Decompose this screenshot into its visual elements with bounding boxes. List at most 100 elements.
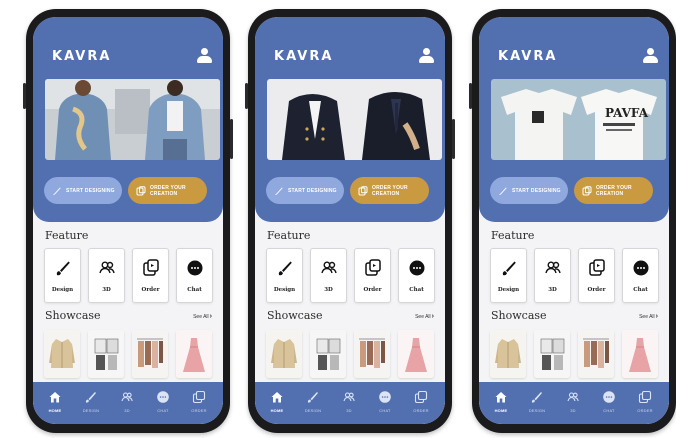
nav-chat[interactable]: CHAT: [149, 390, 177, 413]
showcase-item-trench-coat[interactable]: [44, 330, 80, 378]
nav-chat[interactable]: CHAT: [595, 390, 623, 413]
nav-order[interactable]: ORDER: [407, 390, 435, 413]
chat-icon: [378, 390, 392, 404]
nav-home[interactable]: HOME: [487, 390, 515, 413]
hero-banner-image[interactable]: PAVFA: [491, 79, 666, 160]
bottom-navigation: HOME DESIGN 3D CHAT ORDER: [479, 382, 669, 424]
feature-label: Chat: [633, 287, 648, 293]
nav-home[interactable]: HOME: [41, 390, 69, 413]
see-all-label: See All: [415, 314, 431, 320]
feature-order-card[interactable]: Order: [132, 248, 169, 303]
showcase-item-trench-coat[interactable]: [490, 330, 526, 378]
feature-order-card[interactable]: Order: [354, 248, 391, 303]
nav-label: CHAT: [157, 408, 169, 413]
feature-design-card[interactable]: Design: [490, 248, 527, 303]
see-all-link[interactable]: See All›: [193, 313, 212, 320]
nav-label: 3D: [124, 408, 130, 413]
showcase-item-outfit-set[interactable]: [534, 330, 570, 378]
feature-chat-card[interactable]: Chat: [398, 248, 435, 303]
brush-icon: [306, 390, 320, 404]
feature-section-title: Feature: [491, 229, 535, 242]
order-icon: [136, 185, 146, 196]
see-all-link[interactable]: See All›: [639, 313, 658, 320]
feature-chat-card[interactable]: Chat: [622, 248, 659, 303]
showcase-item-pink-dress[interactable]: [398, 330, 434, 378]
home-icon: [48, 390, 62, 404]
nav-design[interactable]: DESIGN: [299, 390, 327, 413]
order-icon: [141, 258, 161, 278]
users-icon: [342, 390, 356, 404]
nav-label: 3D: [570, 408, 576, 413]
profile-icon[interactable]: [642, 48, 658, 64]
showcase-item-clothing-rack[interactable]: [132, 330, 168, 378]
order-icon: [582, 185, 592, 196]
showcase-item-pink-dress[interactable]: [622, 330, 658, 378]
feature-design-card[interactable]: Design: [44, 248, 81, 303]
feature-label: Design: [273, 287, 296, 293]
profile-icon[interactable]: [196, 48, 212, 64]
showcase-item-outfit-set[interactable]: [88, 330, 124, 378]
bottom-navigation: HOME DESIGN 3D CHAT ORDER: [33, 382, 223, 424]
nav-chat[interactable]: CHAT: [371, 390, 399, 413]
feature-order-card[interactable]: Order: [578, 248, 615, 303]
chat-icon: [156, 390, 170, 404]
hero-header: KAVRA PAVFA START DESIGNING ORDER YOUR C…: [479, 17, 669, 222]
nav-label: DESIGN: [82, 408, 100, 413]
chat-icon: [631, 258, 651, 278]
hero-header: KAVRA START DESIGNING ORDER YOUR CREATIO: [33, 17, 223, 222]
hero-banner-image[interactable]: [45, 79, 220, 160]
feature-label: Design: [497, 287, 520, 293]
chevron-right-icon: ›: [209, 313, 212, 320]
hero-banner-image[interactable]: [267, 79, 442, 160]
showcase-section-title: Showcase: [267, 309, 323, 322]
users-icon: [319, 258, 339, 278]
order-icon: [638, 390, 652, 404]
phone-mockup-1: KAVRA START DESIGNING ORDER YOUR CREATIO: [23, 9, 233, 433]
brush-icon: [274, 186, 284, 196]
order-creation-button[interactable]: ORDER YOUR CREATION: [350, 177, 429, 204]
nav-label: ORDER: [637, 408, 653, 413]
feature-label: Chat: [187, 287, 202, 293]
order-icon: [587, 258, 607, 278]
app-screen: KAVRA PAVFA START DESIGNING ORDER YOUR C…: [479, 17, 669, 424]
brush-icon: [52, 186, 62, 196]
see-all-label: See All: [639, 314, 655, 320]
nav-label: DESIGN: [304, 408, 322, 413]
nav-design[interactable]: DESIGN: [77, 390, 105, 413]
nav-label: ORDER: [413, 408, 429, 413]
start-designing-button[interactable]: START DESIGNING: [266, 177, 344, 204]
showcase-item-outfit-set[interactable]: [310, 330, 346, 378]
feature-design-card[interactable]: Design: [266, 248, 303, 303]
nav-3d[interactable]: 3D: [559, 390, 587, 413]
order-icon: [363, 258, 383, 278]
showcase-section-title: Showcase: [491, 309, 547, 322]
feature-3d-card[interactable]: 3D: [88, 248, 125, 303]
nav-order[interactable]: ORDER: [185, 390, 213, 413]
feature-3d-card[interactable]: 3D: [534, 248, 571, 303]
showcase-item-trench-coat[interactable]: [266, 330, 302, 378]
home-icon: [270, 390, 284, 404]
order-label-line2: CREATION: [372, 190, 400, 197]
nav-3d[interactable]: 3D: [335, 390, 363, 413]
start-designing-button[interactable]: START DESIGNING: [44, 177, 122, 204]
brush-icon: [84, 390, 98, 404]
users-icon: [120, 390, 134, 404]
see-all-link[interactable]: See All›: [415, 313, 434, 320]
showcase-item-pink-dress[interactable]: [176, 330, 212, 378]
chevron-right-icon: ›: [655, 313, 658, 320]
start-designing-button[interactable]: START DESIGNING: [490, 177, 568, 204]
showcase-item-clothing-rack[interactable]: [354, 330, 390, 378]
order-creation-button[interactable]: ORDER YOUR CREATION: [574, 177, 653, 204]
showcase-item-clothing-rack[interactable]: [578, 330, 614, 378]
order-creation-button[interactable]: ORDER YOUR CREATION: [128, 177, 207, 204]
nav-order[interactable]: ORDER: [631, 390, 659, 413]
feature-label: Chat: [409, 287, 424, 293]
feature-chat-card[interactable]: Chat: [176, 248, 213, 303]
nav-label: CHAT: [603, 408, 615, 413]
nav-home[interactable]: HOME: [263, 390, 291, 413]
nav-design[interactable]: DESIGN: [523, 390, 551, 413]
profile-icon[interactable]: [418, 48, 434, 64]
feature-3d-card[interactable]: 3D: [310, 248, 347, 303]
users-icon: [97, 258, 117, 278]
nav-3d[interactable]: 3D: [113, 390, 141, 413]
